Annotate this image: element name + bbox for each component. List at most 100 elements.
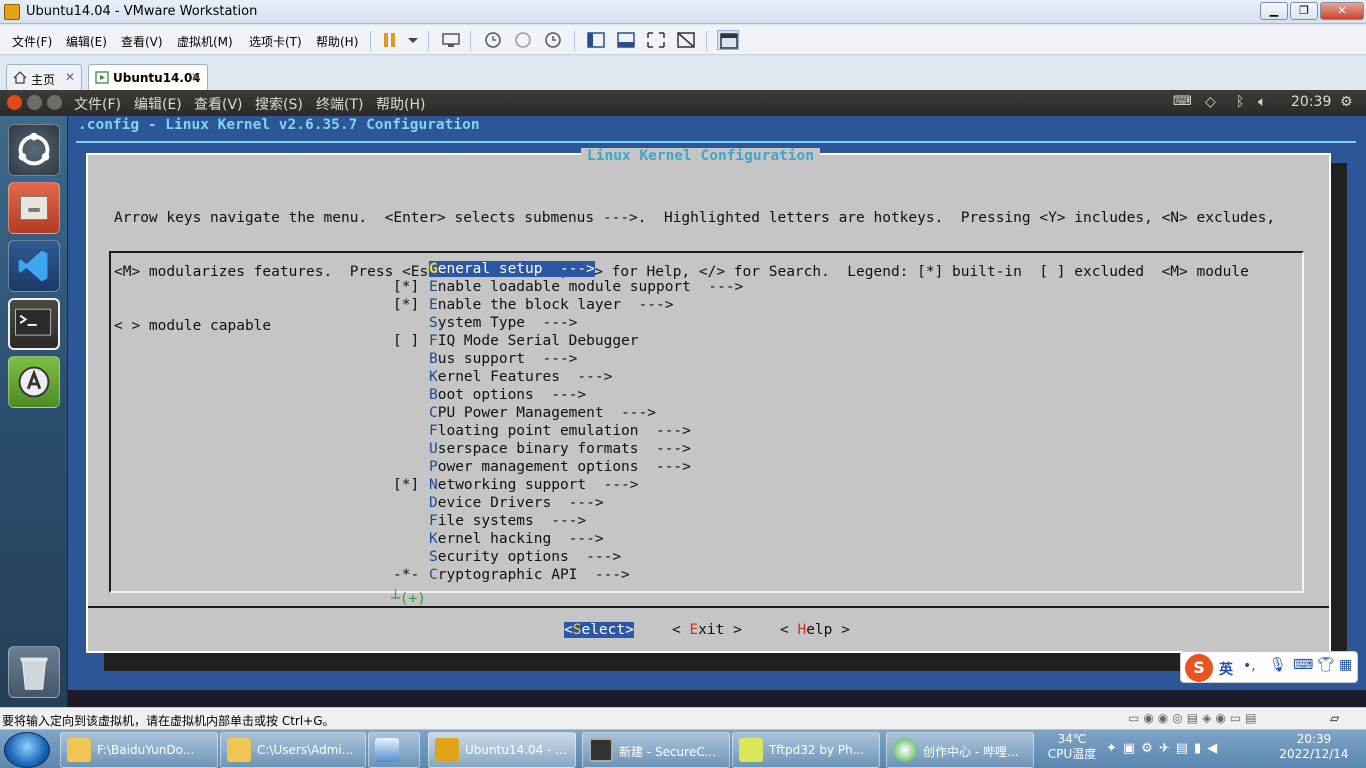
ime-language[interactable]: 英 bbox=[1219, 659, 1233, 679]
taskbar-button[interactable]: F:\BaiduYunDo... bbox=[60, 732, 218, 768]
ubuntu-menu-terminal[interactable]: 终端(T) bbox=[316, 94, 363, 114]
library-view-icon[interactable] bbox=[717, 30, 739, 50]
help-button[interactable]: < Help > bbox=[780, 622, 850, 638]
start-button[interactable] bbox=[4, 732, 50, 768]
menu-item[interactable]: Device Drivers ---> bbox=[393, 495, 604, 511]
menu-item[interactable]: Boot options ---> bbox=[393, 387, 586, 403]
menu-item-label: IQ Mode Serial Debugger bbox=[437, 333, 639, 349]
console-view-icon[interactable] bbox=[615, 30, 637, 50]
menu-item[interactable]: [*] Enable loadable module support ---> bbox=[393, 279, 743, 295]
menu-item[interactable]: -*- Cryptographic API ---> bbox=[393, 567, 630, 583]
ubuntu-menu-edit[interactable]: 编辑(E) bbox=[134, 94, 182, 114]
files-icon[interactable] bbox=[8, 182, 60, 234]
menu-item[interactable]: CPU Power Management ---> bbox=[393, 405, 656, 421]
ubuntu-clock[interactable]: 20:39 bbox=[1291, 94, 1331, 110]
menu-item[interactable]: Userspace binary formats ---> bbox=[393, 441, 691, 457]
menu-item-label: us support ---> bbox=[437, 351, 578, 367]
revert-snapshot-icon[interactable] bbox=[512, 30, 534, 50]
menu-help[interactable]: 帮助(H) bbox=[316, 33, 358, 50]
ubuntu-dash-icon[interactable] bbox=[8, 124, 60, 176]
folder-icon bbox=[227, 738, 251, 762]
taskbar-button[interactable] bbox=[368, 732, 420, 768]
trash-icon[interactable] bbox=[8, 646, 60, 698]
tab-ubuntu[interactable]: Ubuntu14.04 ✕ bbox=[88, 64, 208, 90]
terminal-icon[interactable] bbox=[8, 298, 60, 350]
message-icon[interactable]: ▱ bbox=[1330, 711, 1339, 725]
skin-icon[interactable]: 👕︎ bbox=[1317, 657, 1335, 673]
menu-item[interactable]: General setup ---> bbox=[393, 261, 595, 277]
snapshot-manager-icon[interactable] bbox=[542, 30, 564, 50]
taskbar-button-label: C:\Users\Admi... bbox=[257, 743, 354, 757]
terminal-window[interactable]: .config - Linux Kernel v2.6.35.7 Configu… bbox=[68, 116, 1366, 707]
menu-item[interactable]: [ ] FIQ Mode Serial Debugger bbox=[393, 333, 639, 349]
menu-item-mark: [*] bbox=[393, 279, 420, 295]
taskbar-button[interactable]: Ubuntu14.04 - ... bbox=[428, 732, 576, 768]
keyboard-icon[interactable]: ⌨ bbox=[1173, 94, 1192, 109]
maximize-window-icon[interactable] bbox=[47, 95, 62, 110]
vscode-icon[interactable] bbox=[8, 240, 60, 292]
close-button[interactable]: ✕ bbox=[1320, 2, 1364, 20]
volume-icon[interactable]: 🔈︎ bbox=[1258, 94, 1266, 110]
minimize-button[interactable]: ▁ bbox=[1260, 2, 1288, 20]
microphone-icon[interactable]: 🎙︎ bbox=[1269, 657, 1287, 673]
menu-item[interactable]: System Type ---> bbox=[393, 315, 577, 331]
ubuntu-menu-search[interactable]: 搜索(S) bbox=[255, 94, 303, 114]
menu-item[interactable]: Floating point emulation ---> bbox=[393, 423, 691, 439]
menu-view[interactable]: 查看(V) bbox=[121, 33, 163, 50]
snapshot-icon[interactable] bbox=[482, 30, 504, 50]
ubuntu-menu-view[interactable]: 查看(V) bbox=[194, 94, 243, 114]
tab-home[interactable]: 主页 ✕ bbox=[6, 64, 82, 90]
unity-mode-icon[interactable] bbox=[675, 30, 697, 50]
window-titlebar: Ubuntu14.04 - VMware Workstation ▁ ❐ ✕ bbox=[0, 0, 1366, 24]
bluetooth-icon[interactable]: ᛒ bbox=[1236, 94, 1244, 110]
menu-vm[interactable]: 虚拟机(M) bbox=[177, 33, 233, 50]
sidebar-toggle-icon[interactable] bbox=[585, 30, 607, 50]
menu-item[interactable]: Security options ---> bbox=[393, 549, 621, 565]
ubuntu-menu-file[interactable]: 文件(F) bbox=[74, 94, 121, 114]
taskbar-button[interactable]: C:\Users\Admi... bbox=[220, 732, 366, 768]
cpu-temp[interactable]: 34℃ CPU温度 bbox=[1044, 732, 1100, 762]
fullscreen-icon[interactable] bbox=[645, 30, 667, 50]
taskbar-button[interactable]: 新建 - SecureC... bbox=[582, 732, 730, 768]
minimize-window-icon[interactable] bbox=[27, 95, 42, 110]
select-button[interactable]: <Select> bbox=[564, 622, 634, 638]
menu-item[interactable]: Kernel Features ---> bbox=[393, 369, 612, 385]
exit-button[interactable]: < Exit > bbox=[672, 622, 742, 638]
menu-item[interactable]: File systems ---> bbox=[393, 513, 586, 529]
keyboard-icon[interactable]: ⌨ bbox=[1293, 657, 1313, 673]
sogou-icon[interactable]: S bbox=[1185, 654, 1213, 682]
ime-toolbar[interactable]: S 英 •, 🎙︎ ⌨ 👕︎ ▦ bbox=[1180, 651, 1358, 683]
restore-button[interactable]: ❐ bbox=[1290, 2, 1318, 20]
software-updater-icon[interactable] bbox=[8, 356, 60, 408]
menu-item[interactable]: Power management options ---> bbox=[393, 459, 691, 475]
taskbar-button[interactable]: 创作中心 - 哔哩... bbox=[886, 732, 1034, 768]
punctuation-icon[interactable]: •, bbox=[1243, 658, 1256, 674]
menu-tabs[interactable]: 选项卡(T) bbox=[249, 33, 302, 50]
send-ctrl-alt-del-icon[interactable] bbox=[440, 30, 462, 50]
system-clock[interactable]: 20:39 2022/12/14 bbox=[1278, 732, 1350, 762]
device-icons[interactable]: ▭◉◉◎▤◈◉▭▤ bbox=[1128, 711, 1260, 725]
folder-icon bbox=[67, 738, 91, 762]
cpu-temp-value: 34℃ bbox=[1057, 732, 1087, 746]
menu-edit[interactable]: 编辑(E) bbox=[66, 33, 107, 50]
close-tab-icon[interactable]: ✕ bbox=[191, 70, 201, 84]
tray-icons[interactable]: ✦▣⚙✈▤▮◀︎ bbox=[1106, 741, 1223, 756]
pause-icon[interactable] bbox=[380, 30, 402, 50]
toolbox-icon[interactable]: ▦ bbox=[1339, 657, 1352, 673]
menu-item-hotkey: D bbox=[429, 495, 438, 511]
close-window-icon[interactable] bbox=[7, 95, 22, 110]
menu-item[interactable]: Kernel hacking ---> bbox=[393, 531, 604, 547]
menu-item[interactable]: [*] Networking support ---> bbox=[393, 477, 639, 493]
menu-item[interactable]: [*] Enable the block layer ---> bbox=[393, 297, 673, 313]
cpu-temp-label: CPU温度 bbox=[1047, 747, 1097, 761]
close-tab-icon[interactable]: ✕ bbox=[65, 70, 75, 84]
notepad-icon bbox=[375, 738, 399, 762]
menu-item[interactable]: Bus support ---> bbox=[393, 351, 577, 367]
menu-file[interactable]: 文件(F) bbox=[12, 33, 52, 50]
ubuntu-menu-help[interactable]: 帮助(H) bbox=[376, 94, 425, 114]
taskbar-button[interactable]: Tftpd32 by Ph... bbox=[732, 732, 880, 768]
gear-icon[interactable]: ⚙ bbox=[1340, 94, 1353, 110]
wifi-icon[interactable]: ◇ bbox=[1205, 94, 1216, 110]
dialog-title: Linux Kernel Configuration bbox=[581, 148, 820, 164]
chevron-down-icon[interactable] bbox=[402, 30, 424, 50]
